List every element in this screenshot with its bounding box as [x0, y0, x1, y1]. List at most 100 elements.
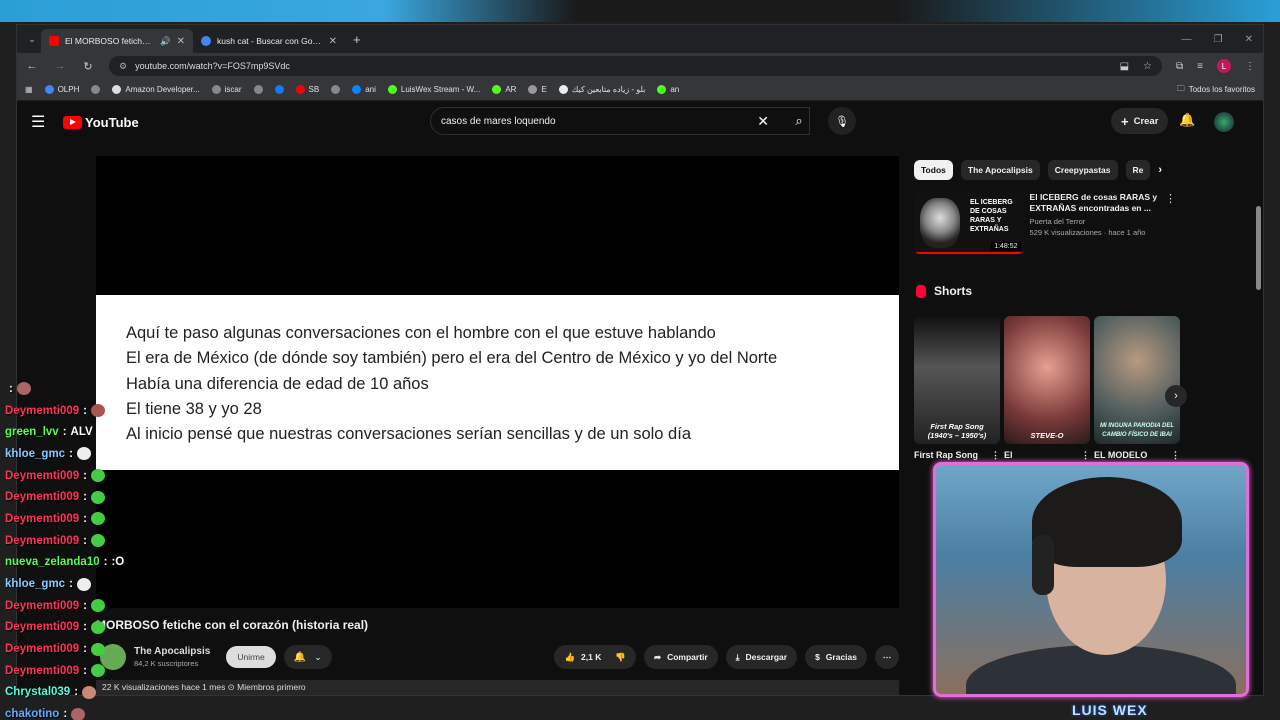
- back-icon[interactable]: ←: [25, 60, 39, 72]
- chat-separator: :: [83, 621, 87, 634]
- restore-icon[interactable]: ❐: [1214, 34, 1223, 45]
- chip-channel[interactable]: The Apocalipsis: [960, 160, 1040, 180]
- bookmark-item[interactable]: an: [657, 85, 679, 94]
- tab-search-icon[interactable]: ⌄: [23, 34, 41, 45]
- close-tab-icon[interactable]: ✕: [329, 36, 337, 47]
- chat-username[interactable]: nueva_zelanda10: [5, 556, 100, 568]
- bookmark-favicon-icon: [492, 85, 502, 94]
- chat-username[interactable]: Deymemti009: [5, 470, 79, 482]
- address-bar[interactable]: ⚙ youtube.com/watch?v=FOS7mp9SVdc ⬓ ☆: [109, 56, 1163, 76]
- bookmark-item[interactable]: [274, 85, 284, 94]
- bookmark-item[interactable]: OLPH: [44, 85, 80, 94]
- share-label: Compartir: [667, 652, 708, 662]
- chat-username[interactable]: khloe_gmc: [5, 448, 65, 460]
- chat-username[interactable]: Deymemti009: [5, 665, 79, 677]
- bookmark-item[interactable]: SB: [295, 85, 319, 94]
- site-info-icon[interactable]: ⚙: [119, 61, 127, 72]
- more-options-icon[interactable]: ⋮: [1081, 450, 1090, 461]
- short-title[interactable]: EL MODELO: [1094, 450, 1147, 461]
- forward-icon[interactable]: →: [53, 60, 67, 72]
- bookmark-item[interactable]: ani: [352, 85, 376, 94]
- chevron-right-icon[interactable]: ›: [1158, 160, 1162, 180]
- more-options-icon[interactable]: ⋮: [1165, 192, 1176, 256]
- short-card[interactable]: STEVE-O: [1004, 316, 1090, 444]
- microphone-icon[interactable]: 🎙: [828, 107, 856, 135]
- search-input[interactable]: casos de mares loquendo ✕: [430, 107, 810, 135]
- bookmark-star-icon[interactable]: ☆: [1143, 61, 1152, 72]
- bookmark-item[interactable]: LuisWex Stream - W...: [387, 85, 480, 94]
- minimize-icon[interactable]: —: [1182, 34, 1192, 45]
- chat-username[interactable]: Deymemti009: [5, 491, 79, 503]
- chat-username[interactable]: Deymemti009: [5, 513, 79, 525]
- profile-avatar[interactable]: L: [1217, 59, 1231, 73]
- bookmark-item[interactable]: AR: [492, 85, 516, 94]
- more-actions-icon[interactable]: ⋯: [875, 645, 899, 669]
- create-button[interactable]: + Crear: [1111, 108, 1169, 134]
- tab-youtube[interactable]: El MORBOSO fetiche con el c 🔊 ✕: [41, 29, 193, 53]
- all-bookmarks[interactable]: 🗀 Todos los favoritos: [1177, 83, 1255, 97]
- chip-all[interactable]: Todos: [914, 160, 953, 180]
- bookmark-item[interactable]: بلو - زياده متابعين كيك: [558, 85, 645, 94]
- thumb-text: EL ICEBERG DE COSAS RARAS Y EXTRAÑAS: [970, 199, 1013, 233]
- hamburger-menu-icon[interactable]: ☰: [31, 112, 53, 132]
- chat-username[interactable]: green_lvv: [5, 426, 59, 438]
- chat-username[interactable]: khloe_gmc: [5, 578, 65, 590]
- chat-username[interactable]: Deymemti009: [5, 405, 79, 417]
- chip-more[interactable]: Re: [1125, 160, 1151, 180]
- close-tab-icon[interactable]: ✕: [177, 36, 185, 47]
- chat-username[interactable]: Deymemti009: [5, 535, 79, 547]
- close-window-icon[interactable]: ✕: [1245, 34, 1253, 45]
- bookmark-label: OLPH: [57, 85, 80, 94]
- like-button[interactable]: 👍 2,1 K 👎: [554, 645, 636, 669]
- clear-search-icon[interactable]: ✕: [757, 113, 769, 130]
- chat-separator: :: [83, 491, 87, 504]
- slide-line: Aquí te paso algunas conversaciones con …: [126, 324, 716, 342]
- more-options-icon[interactable]: ⋮: [1171, 450, 1180, 461]
- youtube-logo[interactable]: YouTube: [63, 115, 139, 130]
- share-button[interactable]: ➦ Compartir: [643, 645, 718, 669]
- chat-username[interactable]: Deymemti009: [5, 643, 79, 655]
- page-scrollbar[interactable]: [1256, 206, 1261, 290]
- more-options-icon[interactable]: ⋮: [991, 450, 1000, 461]
- download-button[interactable]: ⤓ Descargar: [725, 645, 798, 669]
- chat-separator: :: [83, 469, 87, 482]
- rec-thumbnail[interactable]: EL ICEBERG DE COSAS RARAS Y EXTRAÑAS 1:4…: [914, 192, 1024, 254]
- search-icon[interactable]: ⌕: [782, 107, 816, 135]
- bookmark-item[interactable]: [91, 85, 101, 94]
- thanks-icon: $: [815, 652, 820, 662]
- reading-list-icon[interactable]: ≡: [1197, 61, 1203, 72]
- bookmark-item[interactable]: [331, 85, 341, 94]
- tab-google[interactable]: kush cat - Buscar con Google ✕: [193, 29, 345, 53]
- dislike-icon[interactable]: 👎: [615, 652, 626, 663]
- bookmark-item[interactable]: [253, 85, 263, 94]
- extensions-icon[interactable]: ⧉: [1176, 61, 1183, 72]
- account-avatar[interactable]: [1214, 112, 1234, 132]
- reload-icon[interactable]: ↻: [81, 60, 95, 73]
- install-app-icon[interactable]: ⬓: [1120, 61, 1129, 72]
- bookmark-item[interactable]: iscar: [211, 85, 242, 94]
- bookmark-item[interactable]: Amazon Developer...: [112, 85, 200, 94]
- chat-username[interactable]: Deymemti009: [5, 621, 79, 633]
- chip-creepypastas[interactable]: Creepypastas: [1047, 160, 1118, 180]
- speaker-icon[interactable]: 🔊: [160, 36, 171, 47]
- recommended-video[interactable]: EL ICEBERG DE COSAS RARAS Y EXTRAÑAS 1:4…: [914, 192, 1176, 256]
- short-card[interactable]: First Rap Song (1940's – 1950's): [914, 316, 1000, 444]
- rec-meta: El ICEBERG de cosas RARAS y EXTRAÑAS enc…: [1030, 192, 1159, 256]
- chat-username[interactable]: Chrystal039: [5, 686, 70, 698]
- apps-icon[interactable]: ▦: [25, 85, 33, 94]
- menu-icon[interactable]: ⋮: [1245, 61, 1255, 72]
- bookmark-item[interactable]: E: [528, 85, 547, 94]
- rec-title[interactable]: El ICEBERG de cosas RARAS y EXTRAÑAS enc…: [1030, 192, 1159, 214]
- subscription-bell-button[interactable]: 🔔 ⌄: [283, 645, 332, 669]
- short-title[interactable]: El: [1004, 450, 1013, 461]
- chat-message: Deymemti009:: [0, 465, 290, 487]
- toolbar-actions: ⧉ ≡ L ⋮: [1176, 59, 1255, 73]
- shorts-next-icon[interactable]: ›: [1165, 385, 1187, 407]
- chat-username[interactable]: chakotino: [5, 708, 59, 720]
- notifications-bell-icon[interactable]: 🔔: [1179, 112, 1195, 128]
- new-tab-icon[interactable]: +: [345, 32, 369, 47]
- thanks-button[interactable]: $ Gracias: [805, 645, 867, 669]
- short-card[interactable]: MI INGUNA PARODIA DEL CAMBIO FÍSICO DE I…: [1094, 316, 1180, 444]
- short-title[interactable]: First Rap Song: [914, 450, 978, 461]
- chat-username[interactable]: Deymemti009: [5, 600, 79, 612]
